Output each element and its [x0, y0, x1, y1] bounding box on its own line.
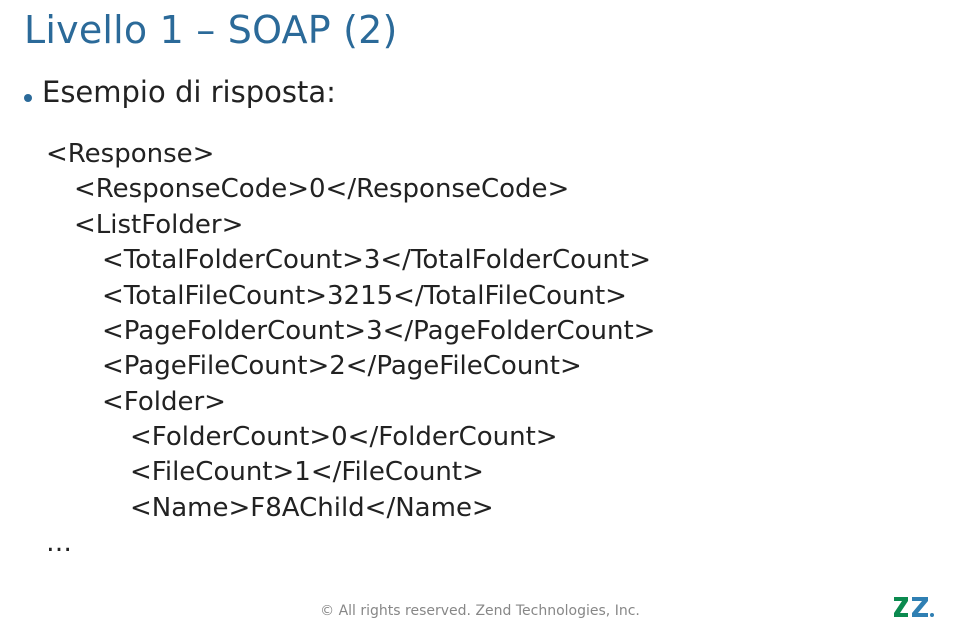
code-line: <TotalFolderCount>3</TotalFolderCount>: [46, 243, 936, 278]
code-line: <Folder>: [46, 385, 936, 420]
code-line: <ResponseCode>0</ResponseCode>: [46, 172, 936, 207]
code-line-ellipsis: …: [46, 526, 936, 561]
bullet-item: Esempio di risposta:: [24, 74, 936, 111]
zend-logo-icon: [894, 597, 938, 623]
footer-copyright: © All rights reserved. Zend Technologies…: [0, 603, 960, 619]
code-line: <PageFolderCount>3</PageFolderCount>: [46, 314, 936, 349]
slide-title: Livello 1 – SOAP (2): [24, 8, 398, 52]
code-line: <TotalFileCount>3215</TotalFileCount>: [46, 279, 936, 314]
slide-body: Esempio di risposta: <Response> <Respons…: [24, 74, 936, 561]
code-line: <ListFolder>: [46, 208, 936, 243]
code-line: <FolderCount>0</FolderCount>: [46, 420, 936, 455]
bullet-dot-icon: [24, 94, 32, 102]
code-block: <Response> <ResponseCode>0</ResponseCode…: [46, 137, 936, 561]
code-line: <PageFileCount>2</PageFileCount>: [46, 349, 936, 384]
bullet-label: Esempio di risposta:: [42, 74, 336, 111]
code-line: <Name>F8AChild</Name>: [46, 491, 936, 526]
code-line: <Response>: [46, 137, 936, 172]
slide: Livello 1 – SOAP (2) Esempio di risposta…: [0, 0, 960, 637]
code-line: <FileCount>1</FileCount>: [46, 455, 936, 490]
